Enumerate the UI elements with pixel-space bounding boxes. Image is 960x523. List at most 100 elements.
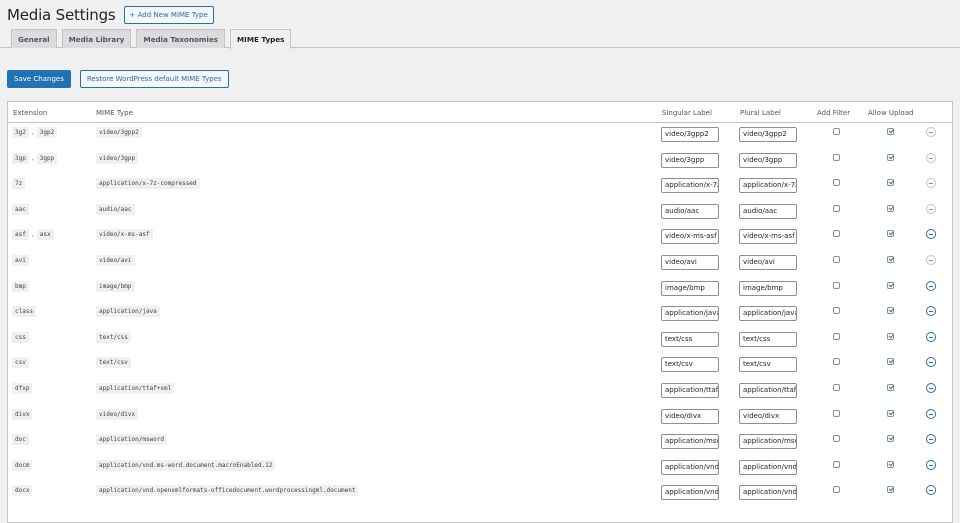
plural-label-input[interactable]: video/3gpp2 — [739, 127, 797, 142]
add-filter-checkbox[interactable] — [833, 383, 840, 391]
remove-mime-type-icon[interactable] — [926, 152, 936, 163]
add-filter-checkbox[interactable] — [833, 486, 840, 494]
singular-label-input[interactable]: image/bmp — [661, 280, 719, 296]
singular-label-input[interactable]: application/msw — [661, 434, 719, 450]
plural-label-input[interactable]: audio/aac — [739, 203, 797, 219]
mime-type-code: application/vnd.ms-word.document.macroEn… — [96, 459, 276, 471]
singular-label-input[interactable]: application/ttaf+ — [661, 382, 719, 398]
extension-code: divx — [12, 408, 33, 420]
extension-cell: asf, asx — [12, 229, 54, 241]
remove-mime-type-icon[interactable] — [926, 382, 936, 393]
allow-upload-checkbox[interactable] — [887, 153, 894, 161]
extension-separator: , — [31, 231, 34, 239]
remove-mime-type-icon[interactable] — [926, 254, 936, 265]
extension-cell: docx — [12, 485, 33, 497]
remove-mime-type-icon[interactable] — [926, 229, 936, 240]
remove-mime-type-icon[interactable] — [926, 331, 936, 342]
singular-label-input[interactable]: application/vnd.r — [661, 459, 719, 475]
singular-label-input[interactable]: text/css — [661, 331, 719, 347]
add-filter-checkbox[interactable] — [833, 409, 840, 417]
mime-type-code: application/java — [96, 306, 160, 318]
plural-label-input[interactable]: application/msw — [739, 434, 797, 450]
add-filter-checkbox[interactable] — [833, 128, 840, 135]
add-filter-checkbox[interactable] — [833, 307, 840, 315]
add-filter-checkbox[interactable] — [833, 435, 840, 443]
plural-label-input[interactable]: application/java — [739, 306, 797, 322]
add-filter-checkbox[interactable] — [833, 230, 840, 238]
singular-label-input[interactable]: application/x-7z — [661, 178, 719, 194]
allow-upload-checkbox[interactable] — [887, 230, 894, 238]
mime-type-code: application/msword — [96, 434, 168, 446]
allow-upload-checkbox[interactable] — [887, 358, 894, 366]
add-filter-checkbox[interactable] — [833, 358, 840, 366]
add-filter-checkbox[interactable] — [833, 255, 840, 263]
extension-code: 3gp2 — [36, 127, 58, 138]
allow-upload-checkbox[interactable] — [887, 409, 894, 417]
remove-mime-type-icon[interactable] — [926, 306, 936, 317]
tab-media-library[interactable]: Media Library — [61, 29, 132, 48]
singular-label-input[interactable]: application/vnd.c — [661, 485, 719, 501]
tab-general[interactable]: General — [11, 29, 57, 48]
add-filter-checkbox[interactable] — [833, 460, 840, 468]
plural-label-input[interactable]: application/vnd.c — [739, 485, 797, 501]
plural-label-input[interactable]: video/x-ms-asf — [739, 229, 797, 245]
add-mime-type-button[interactable]: + Add New MIME Type — [123, 6, 214, 24]
singular-label-input[interactable]: video/x-ms-asf — [661, 229, 719, 245]
allow-upload-checkbox[interactable] — [887, 179, 894, 187]
allow-upload-checkbox[interactable] — [887, 383, 894, 391]
remove-mime-type-icon[interactable] — [926, 280, 936, 291]
plural-label-input[interactable]: video/avi — [739, 254, 797, 270]
plural-label-input[interactable]: text/css — [739, 331, 797, 347]
header-add-filter: Add Filter — [817, 109, 851, 117]
singular-label-input[interactable]: video/avi — [661, 254, 719, 270]
plural-label-input[interactable]: video/divx — [739, 408, 797, 424]
header-extension: Extension — [13, 109, 48, 117]
allow-upload-checkbox[interactable] — [887, 486, 894, 494]
remove-mime-type-icon[interactable] — [926, 127, 936, 137]
allow-upload-checkbox[interactable] — [887, 128, 894, 135]
extension-code: aac — [12, 203, 29, 215]
allow-upload-checkbox[interactable] — [887, 204, 894, 212]
allow-upload-checkbox[interactable] — [887, 307, 894, 315]
save-changes-button[interactable]: Save Changes — [7, 70, 71, 88]
singular-label-input[interactable]: video/3gpp — [661, 152, 719, 168]
remove-mime-type-icon[interactable] — [926, 203, 936, 214]
extension-code: bmp — [12, 280, 29, 292]
plural-label-input[interactable]: video/3gpp — [739, 152, 797, 168]
allow-upload-checkbox[interactable] — [887, 255, 894, 263]
singular-label-input[interactable]: text/csv — [661, 357, 719, 373]
add-filter-checkbox[interactable] — [833, 332, 840, 340]
allow-upload-checkbox[interactable] — [887, 281, 894, 289]
remove-mime-type-icon[interactable] — [926, 485, 936, 496]
singular-label-input[interactable]: video/3gpp2 — [661, 127, 719, 142]
allow-upload-checkbox[interactable] — [887, 332, 894, 340]
plural-label-input[interactable]: image/bmp — [739, 280, 797, 296]
remove-mime-type-icon[interactable] — [926, 357, 936, 368]
remove-mime-type-icon[interactable] — [926, 408, 936, 419]
restore-defaults-button[interactable]: Restore WordPress default MIME Types — [79, 70, 229, 88]
remove-mime-type-icon[interactable] — [926, 434, 936, 445]
plural-label-input[interactable]: application/ttaf+ — [739, 382, 797, 398]
plural-label-input[interactable]: text/csv — [739, 357, 797, 373]
singular-label-input[interactable]: audio/aac — [661, 203, 719, 219]
remove-mime-type-icon[interactable] — [926, 459, 936, 470]
plural-label-input[interactable]: application/x-7z — [739, 178, 797, 194]
extension-cell: csv — [12, 357, 29, 369]
extension-cell: aac — [12, 203, 29, 215]
allow-upload-checkbox[interactable] — [887, 435, 894, 443]
add-filter-checkbox[interactable] — [833, 204, 840, 212]
add-filter-checkbox[interactable] — [833, 153, 840, 161]
singular-label-input[interactable]: video/divx — [661, 408, 719, 424]
table-row: docm application/vnd.ms-word.document.mac… — [8, 456, 952, 482]
add-filter-checkbox[interactable] — [833, 281, 840, 289]
singular-label-input[interactable]: application/java — [661, 306, 719, 322]
allow-upload-checkbox[interactable] — [887, 460, 894, 468]
remove-mime-type-icon[interactable] — [926, 178, 936, 189]
tab-mime-types[interactable]: MIME Types — [230, 29, 292, 49]
mime-type-code: audio/aac — [96, 203, 135, 215]
tab-media-taxonomies[interactable]: Media Taxonomies — [136, 29, 225, 48]
table-row: dfxp application/ttaf+xml application/ttaf… — [8, 379, 952, 405]
add-filter-checkbox[interactable] — [833, 179, 840, 187]
plural-label-input[interactable]: application/vnd.r — [739, 459, 797, 475]
mime-type-code: application/ttaf+xml — [96, 382, 175, 394]
